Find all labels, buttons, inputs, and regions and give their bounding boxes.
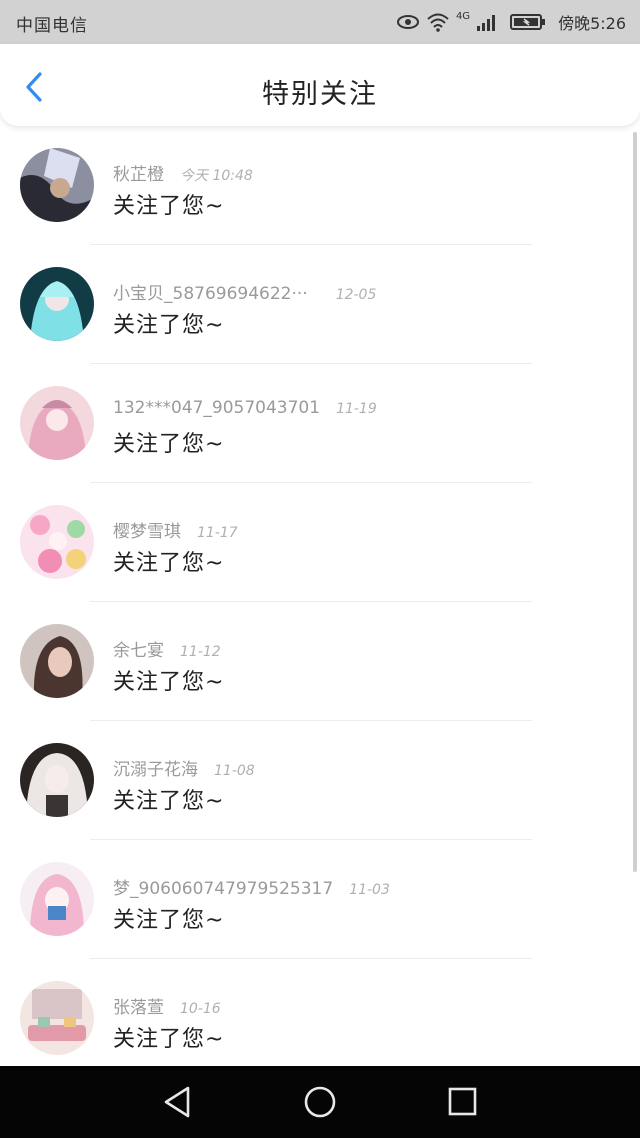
status-icons: 4G 傍晚5:26	[396, 10, 626, 34]
avatar[interactable]	[20, 505, 94, 579]
avatar[interactable]	[20, 743, 94, 817]
notification-message: 关注了您~	[113, 670, 225, 695]
signal-icon	[476, 13, 498, 31]
follow-notification-list[interactable]: 秋芷橙 今天 10:48 关注了您~ 小宝贝_58769694622··· 12-0…	[0, 126, 640, 1066]
list-item[interactable]: 秋芷橙 今天 10:48 关注了您~	[0, 126, 632, 245]
wifi-icon	[426, 12, 450, 32]
timestamp: 今天 10:48	[180, 168, 253, 184]
list-item[interactable]: 小宝贝_58769694622··· 12-05 关注了您~	[0, 245, 632, 364]
nav-back-button[interactable]	[158, 1084, 198, 1120]
user-name[interactable]: 张落萱	[113, 998, 164, 1018]
notification-message: 关注了您~	[113, 432, 225, 457]
notification-message: 关注了您~	[113, 313, 225, 338]
user-name[interactable]: 132***047_9057043701	[113, 398, 320, 418]
circle-home-icon	[304, 1086, 336, 1118]
nav-home-button[interactable]	[300, 1084, 340, 1120]
clock-label: 傍晚5:26	[558, 14, 626, 33]
timestamp: 11-12	[180, 644, 221, 660]
square-recent-icon	[448, 1087, 477, 1116]
timestamp: 11-17	[197, 525, 238, 541]
status-bar: 中国电信 4G 傍晚5:26	[0, 0, 640, 44]
notification-message: 关注了您~	[113, 789, 225, 814]
list-item[interactable]: 132***047_9057043701 11-19 关注了您~	[0, 364, 632, 483]
timestamp: 12-05	[335, 287, 377, 303]
scrollbar[interactable]	[633, 132, 637, 872]
page-title: 特别关注	[262, 79, 378, 110]
timestamp: 11-19	[336, 401, 377, 417]
carrier-label: 中国电信	[16, 16, 88, 36]
notification-message: 关注了您~	[113, 551, 225, 576]
list-item[interactable]: 梦_906060747979525317 11-03 关注了您~	[0, 840, 632, 959]
list-item[interactable]: 沉溺子花海 11-08 关注了您~	[0, 721, 632, 840]
avatar[interactable]	[20, 862, 94, 936]
avatar[interactable]	[20, 386, 94, 460]
battery-icon	[510, 13, 546, 31]
user-name[interactable]: 余七宴	[113, 641, 164, 661]
notification-message: 关注了您~	[113, 194, 225, 219]
timestamp: 11-03	[349, 882, 390, 898]
user-name[interactable]: 秋芷橙	[113, 165, 164, 185]
list-item[interactable]: 余七宴 11-12 关注了您~	[0, 602, 632, 721]
app-header: 特别关注	[0, 44, 640, 126]
avatar[interactable]	[20, 624, 94, 698]
list-item[interactable]: 张落萱 10-16 关注了您~	[0, 959, 632, 1066]
network-type-label: 4G	[455, 10, 471, 22]
user-name[interactable]: 小宝贝_58769694622···	[113, 284, 308, 304]
timestamp: 11-08	[214, 763, 255, 779]
nav-recent-button[interactable]	[442, 1084, 482, 1120]
system-nav-bar	[0, 1066, 640, 1138]
triangle-back-icon	[164, 1086, 190, 1118]
user-name[interactable]: 沉溺子花海	[113, 760, 198, 780]
timestamp: 10-16	[180, 1001, 221, 1017]
notification-message: 关注了您~	[113, 908, 225, 933]
user-name[interactable]: 梦_906060747979525317	[113, 879, 333, 899]
avatar[interactable]	[20, 267, 94, 341]
avatar[interactable]	[20, 981, 94, 1055]
notification-message: 关注了您~	[113, 1027, 225, 1052]
user-name[interactable]: 樱梦雪琪	[113, 522, 181, 542]
avatar[interactable]	[20, 148, 94, 222]
eye-icon	[396, 13, 420, 31]
list-item[interactable]: 樱梦雪琪 11-17 关注了您~	[0, 483, 632, 602]
